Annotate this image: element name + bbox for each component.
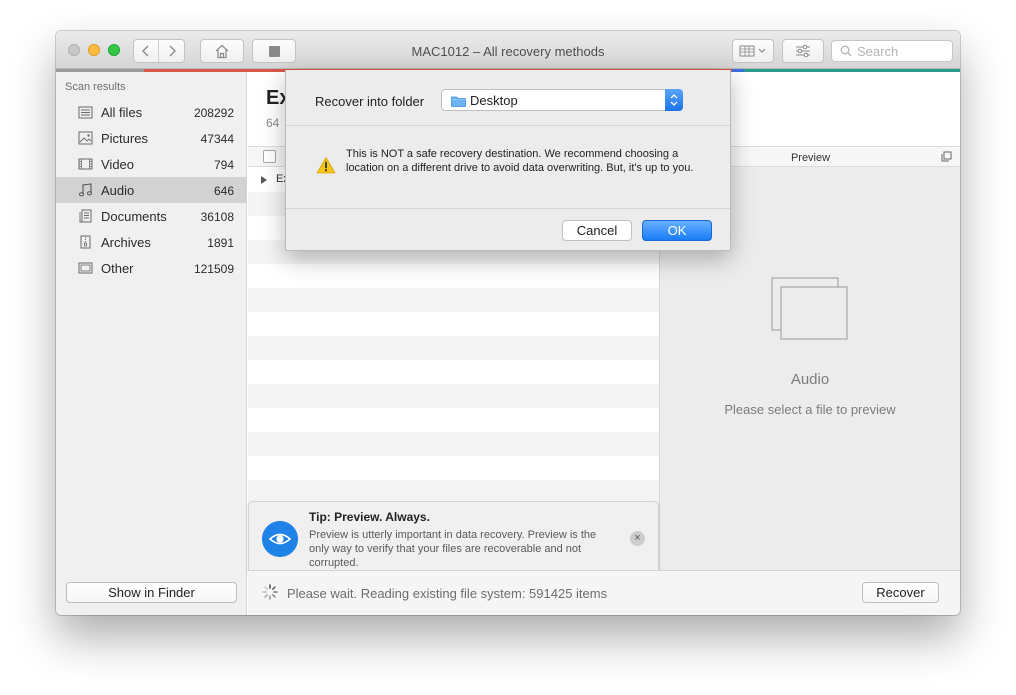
tip-panel: Tip: Preview. Always. Preview is utterly… xyxy=(248,501,659,575)
sidebar-item-count: 646 xyxy=(213,184,234,198)
zoom-window-button[interactable] xyxy=(108,44,120,56)
documents-icon xyxy=(79,209,92,223)
files-icon xyxy=(78,106,93,119)
select-all-checkbox[interactable] xyxy=(263,150,276,163)
sidebar-item-archives[interactable]: Archives 1891 xyxy=(56,229,246,255)
sidebar-item-count: 794 xyxy=(213,158,234,172)
loading-spinner-icon xyxy=(262,584,278,600)
home-button[interactable] xyxy=(200,39,244,63)
search-field[interactable]: Search xyxy=(831,40,953,62)
home-icon xyxy=(215,44,229,58)
folder-icon xyxy=(451,96,466,107)
preview-subtitle: Please select a file to preview xyxy=(724,402,896,417)
stop-scan-button[interactable] xyxy=(252,39,296,63)
forward-button[interactable] xyxy=(159,40,184,62)
back-forward-control xyxy=(133,39,185,63)
cancel-button[interactable]: Cancel xyxy=(562,220,632,241)
minimize-window-button[interactable] xyxy=(88,44,100,56)
detach-preview-icon[interactable] xyxy=(941,151,952,162)
sidebar-item-pictures[interactable]: Pictures 47344 xyxy=(56,125,246,151)
sidebar-item-count: 47344 xyxy=(200,132,234,146)
stop-icon xyxy=(268,45,280,57)
sidebar-item-documents[interactable]: Documents 36108 xyxy=(56,203,246,229)
table-view-icon xyxy=(739,45,766,57)
table-row xyxy=(248,384,659,408)
title-bar: MAC1012 – All recovery methods Search xyxy=(56,31,960,69)
eye-icon xyxy=(262,521,298,557)
sidebar-item-label: All files xyxy=(101,105,143,120)
show-in-finder-button[interactable]: Show in Finder xyxy=(66,582,237,603)
chevron-left-icon xyxy=(142,45,149,57)
other-icon xyxy=(78,262,93,274)
page-subtitle: 64 xyxy=(266,116,280,130)
sidebar-item-other[interactable]: Other 121509 xyxy=(56,255,246,281)
sheet-buttons: Cancel OK xyxy=(286,208,730,250)
status-text: Please wait. Reading existing file syste… xyxy=(287,586,608,601)
back-button[interactable] xyxy=(134,40,160,62)
table-row xyxy=(248,336,659,360)
sidebar-item-label: Audio xyxy=(101,183,135,198)
no-preview-icon xyxy=(771,277,848,340)
sidebar-item-label: Pictures xyxy=(101,131,148,146)
tip-title: Tip: Preview. Always. xyxy=(309,510,430,524)
close-window-button[interactable] xyxy=(68,44,80,56)
sidebar-item-count: 1891 xyxy=(207,236,234,250)
status-bar: Please wait. Reading existing file syste… xyxy=(248,570,960,615)
sidebar-item-label: Documents xyxy=(101,209,167,224)
sidebar-heading: Scan results xyxy=(65,81,126,93)
sidebar-item-label: Other xyxy=(101,261,134,276)
video-icon xyxy=(78,158,93,170)
warning-message: This is NOT a safe recovery destination.… xyxy=(346,148,694,174)
table-row xyxy=(248,360,659,384)
table-row xyxy=(248,264,659,288)
folder-popup-button[interactable]: Desktop xyxy=(441,89,683,111)
recover-destination-sheet: Recover into folder Desktop This is NOT … xyxy=(285,70,731,251)
table-row xyxy=(248,456,659,480)
sidebar-item-count: 36108 xyxy=(200,210,234,224)
preview-title: Audio xyxy=(790,371,830,388)
sidebar-item-video[interactable]: Video 794 xyxy=(56,151,246,177)
disclosure-triangle-icon[interactable] xyxy=(261,176,267,184)
pictures-icon xyxy=(78,131,93,145)
sidebar-item-count: 121509 xyxy=(193,262,234,276)
sidebar-item-label: Video xyxy=(101,157,135,172)
sliders-icon xyxy=(796,44,810,58)
archives-icon xyxy=(80,235,91,249)
recover-button[interactable]: Recover xyxy=(862,582,939,603)
sidebar-item-count: 208292 xyxy=(193,106,234,120)
filter-settings-button[interactable] xyxy=(782,39,824,63)
sidebar: Scan results All files 208292 Pictures 4… xyxy=(56,72,247,615)
search-icon xyxy=(840,45,852,57)
sidebar-item-label: Archives xyxy=(101,235,151,250)
tip-body: Preview is utterly important in data rec… xyxy=(309,529,597,569)
table-row xyxy=(248,408,659,432)
folder-popup-value: Desktop xyxy=(470,93,518,108)
ok-button[interactable]: OK xyxy=(642,220,712,241)
folder-row: Recover into folder Desktop xyxy=(286,70,730,126)
view-options-button[interactable] xyxy=(732,39,774,63)
search-placeholder: Search xyxy=(857,43,899,59)
window-title: MAC1012 – All recovery methods xyxy=(411,44,605,59)
chevron-right-icon xyxy=(169,45,176,57)
warning-icon xyxy=(316,157,336,174)
sidebar-item-all-files[interactable]: All files 208292 xyxy=(56,99,246,125)
sidebar-item-audio[interactable]: Audio 646 xyxy=(56,177,246,203)
audio-icon xyxy=(79,183,92,197)
table-row xyxy=(248,432,659,456)
recover-into-folder-label: Recover into folder xyxy=(315,94,425,109)
table-row xyxy=(248,288,659,312)
table-row xyxy=(248,312,659,336)
close-tip-button[interactable]: × xyxy=(630,531,645,546)
popup-chevrons-icon xyxy=(665,89,683,111)
